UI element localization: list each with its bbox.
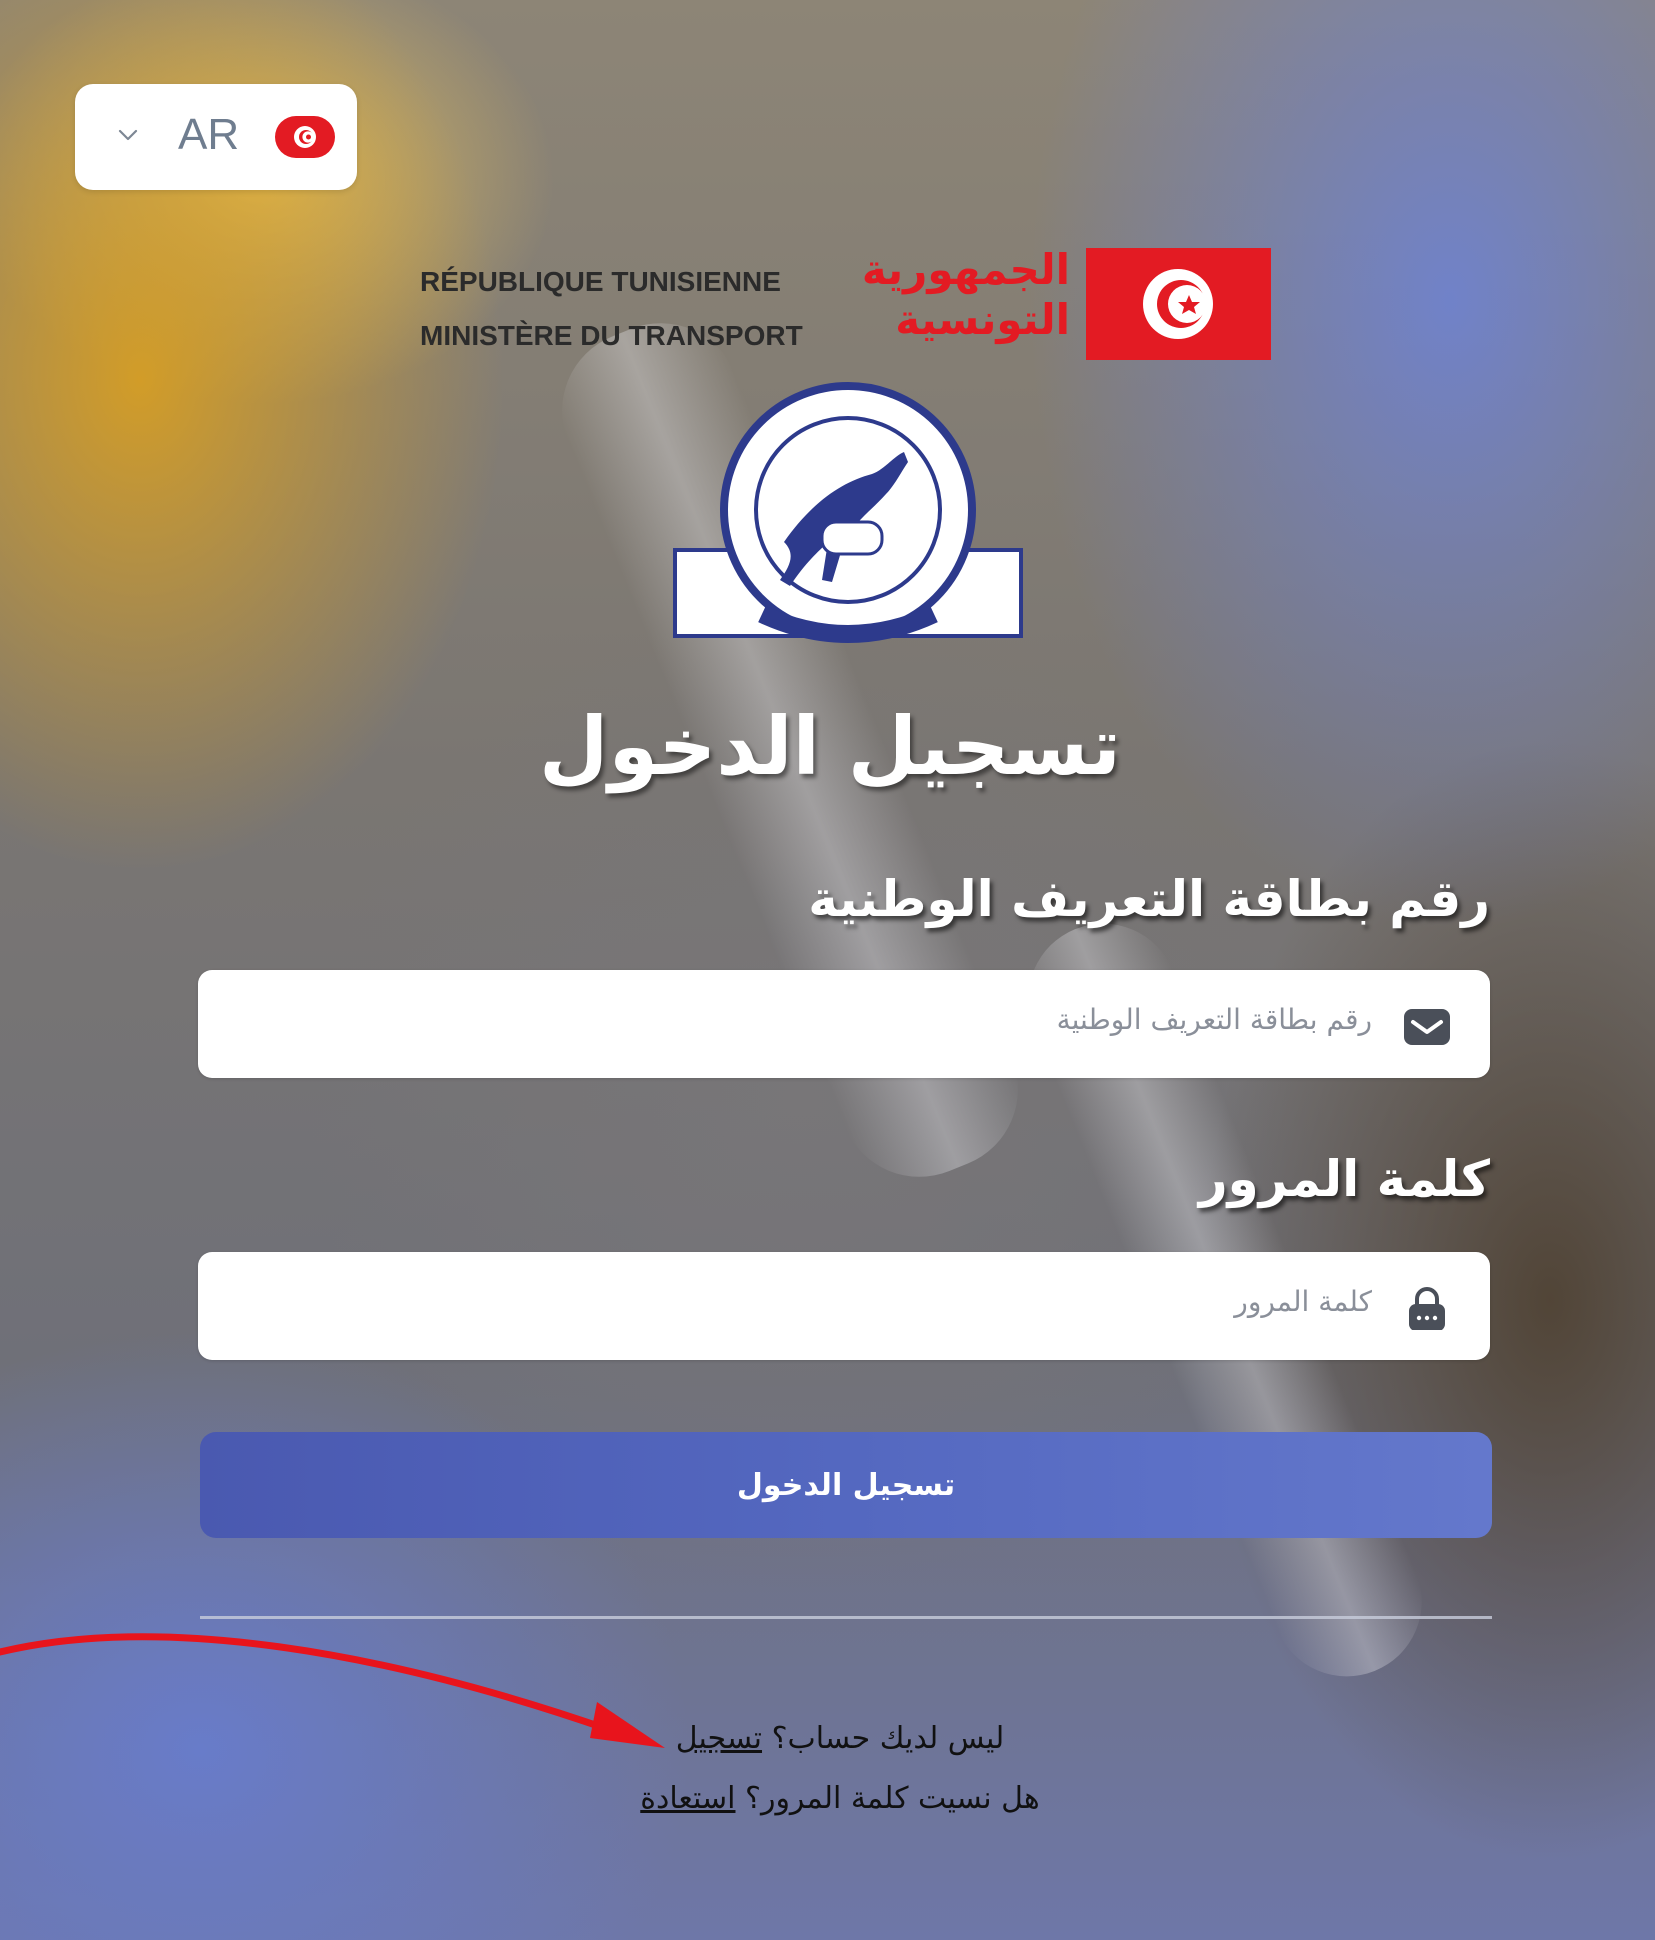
password-field[interactable]: كلمة المرور bbox=[198, 1252, 1490, 1360]
forgot-password-link[interactable]: استعادة bbox=[640, 1781, 735, 1816]
page-title: تسجيل الدخول bbox=[539, 700, 1121, 793]
register-prompt-text: ليس لديك حساب؟ bbox=[771, 1721, 1005, 1756]
forgot-password-prompt: هل نسيت كلمة المرور؟ استعادة bbox=[400, 1781, 1280, 1816]
id-number-placeholder: رقم بطاقة التعريف الوطنية bbox=[1056, 1003, 1372, 1036]
header-ar-line1: الجمهورية bbox=[861, 245, 1070, 294]
language-selector[interactable]: AR bbox=[75, 84, 357, 190]
envelope-icon bbox=[1404, 1009, 1450, 1045]
header-ar-line2: التونسية bbox=[895, 295, 1070, 344]
tunisia-flag-icon bbox=[1086, 248, 1271, 360]
lock-icon bbox=[1409, 1287, 1445, 1330]
language-code: AR bbox=[178, 110, 240, 159]
ministry-header-fr: RÉPUBLIQUE TUNISIENNE MINISTÈRE DU TRANS… bbox=[420, 255, 840, 363]
tunisia-flag-icon bbox=[275, 116, 335, 158]
company-logo bbox=[673, 382, 1023, 643]
password-label: كلمة المرور bbox=[1198, 1150, 1490, 1208]
forgot-password-text: هل نسيت كلمة المرور؟ bbox=[745, 1781, 1040, 1816]
header-fr-line2: MINISTÈRE DU TRANSPORT bbox=[420, 320, 803, 351]
ministry-header-ar: الجمهورية التونسية bbox=[860, 245, 1070, 345]
divider bbox=[200, 1616, 1492, 1619]
id-number-field[interactable]: رقم بطاقة التعريف الوطنية bbox=[198, 970, 1490, 1078]
annotation-arrow-icon bbox=[0, 1633, 665, 1748]
password-placeholder: كلمة المرور bbox=[1234, 1285, 1372, 1318]
id-number-label: رقم بطاقة التعريف الوطنية bbox=[808, 870, 1490, 928]
login-button[interactable]: تسجيل الدخول bbox=[200, 1432, 1492, 1538]
chevron-down-icon bbox=[118, 129, 138, 141]
header-fr-line1: RÉPUBLIQUE TUNISIENNE bbox=[420, 266, 781, 297]
